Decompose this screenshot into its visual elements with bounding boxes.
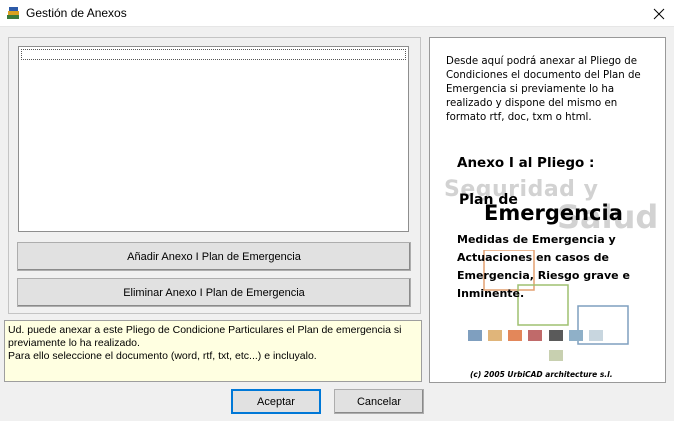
info-line-3: Para ello seleccione el documento (word,… <box>8 350 317 362</box>
measures-line-3: Emergencia, Riesgo grave e <box>457 269 630 282</box>
close-button[interactable] <box>644 0 674 27</box>
info-panel: Desde aquí podrá anexar al Pliego de Con… <box>429 37 666 383</box>
copyright-text: (c) 2005 UrbiCAD architecture s.l. <box>470 370 613 379</box>
measures-line-1: Medidas de Emergencia y <box>457 233 616 246</box>
info-line-1: Ud. puede anexar a este Pliego de Condic… <box>8 324 402 336</box>
annex-group: Añadir Anexo I Plan de Emergencia Elimin… <box>8 37 421 314</box>
ok-button[interactable]: Aceptar <box>231 389 321 414</box>
measures-text: Medidas de Emergencia y Actuaciones en c… <box>457 231 667 303</box>
annex-listbox[interactable] <box>18 46 409 232</box>
add-annex-button[interactable]: Añadir Anexo I Plan de Emergencia <box>17 242 411 271</box>
list-focus-row[interactable] <box>21 49 406 60</box>
title-bar: Gestión de Anexos <box>0 0 674 27</box>
info-box: Ud. puede anexar a este Pliego de Condic… <box>4 320 422 382</box>
close-icon <box>653 8 665 19</box>
window-title: Gestión de Anexos <box>26 6 127 20</box>
info-line-2: previamente lo ha realizado. <box>8 337 140 349</box>
emergencia-label: Emergencia <box>484 201 623 225</box>
panel-description: Desde aquí podrá anexar al Pliego de Con… <box>446 56 641 123</box>
measures-line-2: Actuaciones en casos de <box>457 251 609 264</box>
remove-annex-button[interactable]: Eliminar Anexo I Plan de Emergencia <box>17 278 411 307</box>
books-icon <box>7 7 19 19</box>
cancel-button[interactable]: Cancelar <box>334 389 424 414</box>
measures-line-4: Inminente. <box>457 287 525 300</box>
panel-heading: Anexo I al Pliego : <box>457 155 595 171</box>
